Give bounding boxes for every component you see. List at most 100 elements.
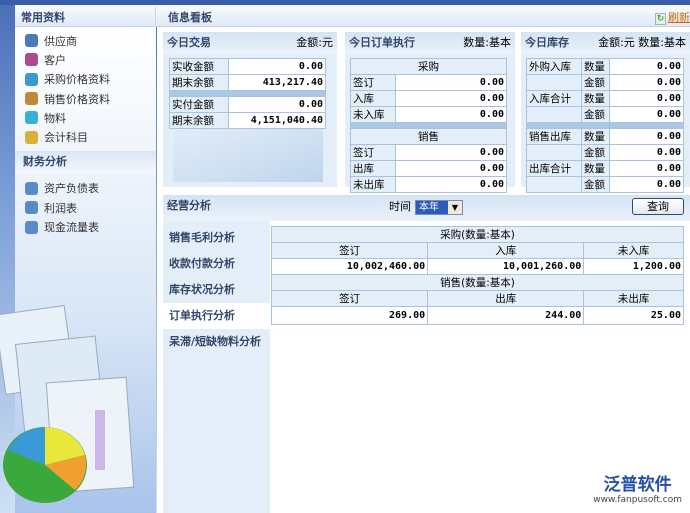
cell-label: 实收金额 bbox=[169, 58, 229, 75]
unit-label: 金额:元 数量:基本 bbox=[598, 36, 686, 49]
dashboard-title: 信息看板 bbox=[168, 11, 212, 24]
sidebar-item-customer[interactable]: 客户 bbox=[15, 50, 156, 69]
cell-label: 入库 bbox=[350, 90, 396, 107]
cell-category bbox=[526, 106, 582, 123]
cell-label: 金额 bbox=[581, 106, 610, 123]
column-header: 出库 bbox=[427, 289, 585, 307]
sidebar-item-account[interactable]: 会计科目 bbox=[15, 127, 156, 146]
chart-decoration-icon bbox=[0, 304, 135, 503]
table-row: 10,002,460.00 10,001,260.00 1,200.00 bbox=[270, 258, 684, 275]
cell-label: 金额 bbox=[581, 176, 610, 193]
today-order-panel: 今日订单执行 数量:基本 采购 签订 0.00 入库 0.00 未入库 0.00 销售 … bbox=[345, 32, 515, 193]
customer-icon bbox=[25, 53, 38, 67]
logo: 泛普软件 www.fanpusoft.com bbox=[593, 470, 682, 505]
cell-value: 0.00 bbox=[395, 74, 507, 91]
panel-title: 今日库存 bbox=[525, 36, 569, 49]
label: 会计科目 bbox=[44, 131, 88, 145]
sidebar-item-material[interactable]: 物料 bbox=[15, 108, 156, 127]
cell-value: 0.00 bbox=[609, 176, 684, 193]
section-header: 销售(数量:基本) bbox=[271, 273, 684, 291]
supplier-icon bbox=[25, 34, 38, 48]
column-header: 签订 bbox=[270, 242, 429, 259]
panel-title: 今日交易 bbox=[167, 36, 211, 49]
cell-value: 25.00 bbox=[583, 305, 684, 325]
cell-label: 期末余额 bbox=[169, 74, 229, 91]
analysis-tab[interactable]: 订单执行分析 bbox=[163, 303, 270, 329]
unit-label: 金额:元 bbox=[296, 36, 333, 49]
label: 采购价格资料 bbox=[44, 73, 110, 87]
column-header: 签订 bbox=[270, 289, 429, 307]
refresh-link[interactable]: ↻ 刷新 bbox=[655, 9, 690, 25]
label: 现金流量表 bbox=[44, 221, 99, 235]
table-row: 未出库 0.00 bbox=[350, 176, 507, 193]
panel-title: 经营分析 bbox=[167, 199, 211, 212]
label: 利润表 bbox=[44, 201, 77, 215]
receipt-decoration bbox=[173, 122, 323, 182]
table-row: 出库 0.00 bbox=[350, 160, 507, 177]
table-row: 269.00 244.00 25.00 bbox=[270, 305, 684, 325]
label: 资产负债表 bbox=[44, 182, 99, 196]
cell-value: 4,151,040.40 bbox=[228, 112, 326, 129]
cell-value: 0.00 bbox=[395, 106, 507, 123]
cell-value: 0.00 bbox=[609, 144, 684, 161]
cell-category: 销售出库 bbox=[526, 128, 582, 145]
table-row: 未入库 0.00 bbox=[350, 106, 507, 123]
table-row: 金额 0.00 bbox=[526, 74, 684, 91]
table-row: 入库合计 数量 0.00 bbox=[526, 90, 684, 107]
time-value: 本年 bbox=[416, 200, 448, 214]
purchase-price-icon bbox=[25, 72, 38, 86]
report-icon bbox=[25, 181, 38, 195]
cell-value: 0.00 bbox=[395, 176, 507, 193]
cell-label: 数量 bbox=[581, 90, 610, 107]
analysis-tab[interactable]: 收款付款分析 bbox=[163, 251, 270, 277]
cell-label: 金额 bbox=[581, 144, 610, 161]
cell-value: 0.00 bbox=[395, 144, 507, 161]
cell-label: 未出库 bbox=[350, 176, 396, 193]
cell-label: 未入库 bbox=[350, 106, 396, 123]
cell-category bbox=[526, 176, 582, 193]
table-row: 实付金额 0.00 bbox=[169, 96, 326, 113]
report-icon bbox=[25, 201, 38, 215]
cell-value: 10,002,460.00 bbox=[270, 258, 429, 275]
analysis-tab[interactable]: 库存状况分析 bbox=[163, 277, 270, 303]
chevron-down-icon: ▼ bbox=[448, 200, 462, 214]
today-trade-panel: 今日交易 金额:元 实收金额 0.00 期末余额 413,217.40 实付金额 0.0… bbox=[163, 32, 337, 187]
refresh-label: 刷新 bbox=[668, 11, 690, 24]
cell-value: 269.00 bbox=[270, 305, 429, 325]
sidebar-item-cashflow[interactable]: 现金流量表 bbox=[15, 217, 156, 236]
header-bar: 常用资料 信息看板 ↻ 刷新 bbox=[15, 5, 690, 27]
column-header: 未入库 bbox=[583, 242, 684, 259]
cell-label: 数量 bbox=[581, 128, 610, 145]
cell-value: 244.00 bbox=[427, 305, 585, 325]
table-row: 入库 0.00 bbox=[350, 90, 507, 107]
analysis-tab[interactable]: 呆滞/短缺物料分析 bbox=[163, 329, 270, 355]
time-select[interactable]: 本年 ▼ bbox=[415, 199, 463, 215]
cell-value: 0.00 bbox=[609, 128, 684, 145]
cell-value: 1,200.00 bbox=[583, 258, 684, 275]
cell-category bbox=[526, 144, 582, 161]
cell-label: 数量 bbox=[581, 58, 610, 75]
query-button[interactable]: 查询 bbox=[632, 198, 684, 215]
dashboard: 今日交易 金额:元 实收金额 0.00 期末余额 413,217.40 实付金额 0.0… bbox=[157, 27, 690, 513]
cell-value: 0.00 bbox=[609, 90, 684, 107]
cell-value: 0.00 bbox=[609, 106, 684, 123]
section-header: 销售 bbox=[350, 128, 507, 145]
analysis-tab[interactable]: 销售毛利分析 bbox=[163, 225, 270, 251]
cell-category: 外购入库 bbox=[526, 58, 582, 75]
sidebar-item-purchase-price[interactable]: 采购价格资料 bbox=[15, 70, 156, 89]
sidebar-item-sales-price[interactable]: 销售价格资料 bbox=[15, 89, 156, 108]
table-row: 金额 0.00 bbox=[526, 144, 684, 161]
common-data-title: 常用资料 bbox=[21, 11, 65, 24]
sidebar-item-income[interactable]: 利润表 bbox=[15, 198, 156, 217]
sidebar-item-balance-sheet[interactable]: 资产负债表 bbox=[15, 179, 156, 198]
table-row: 签订 0.00 bbox=[350, 74, 507, 91]
label: 客户 bbox=[44, 53, 66, 67]
label: 供应商 bbox=[44, 34, 77, 48]
table-row: 外购入库 数量 0.00 bbox=[526, 58, 684, 75]
cell-category: 入库合计 bbox=[526, 90, 582, 107]
cell-value: 0.00 bbox=[228, 96, 326, 113]
cell-label: 签订 bbox=[350, 144, 396, 161]
sales-price-icon bbox=[25, 92, 38, 106]
cell-value: 0.00 bbox=[609, 74, 684, 91]
sidebar-item-supplier[interactable]: 供应商 bbox=[15, 31, 156, 50]
